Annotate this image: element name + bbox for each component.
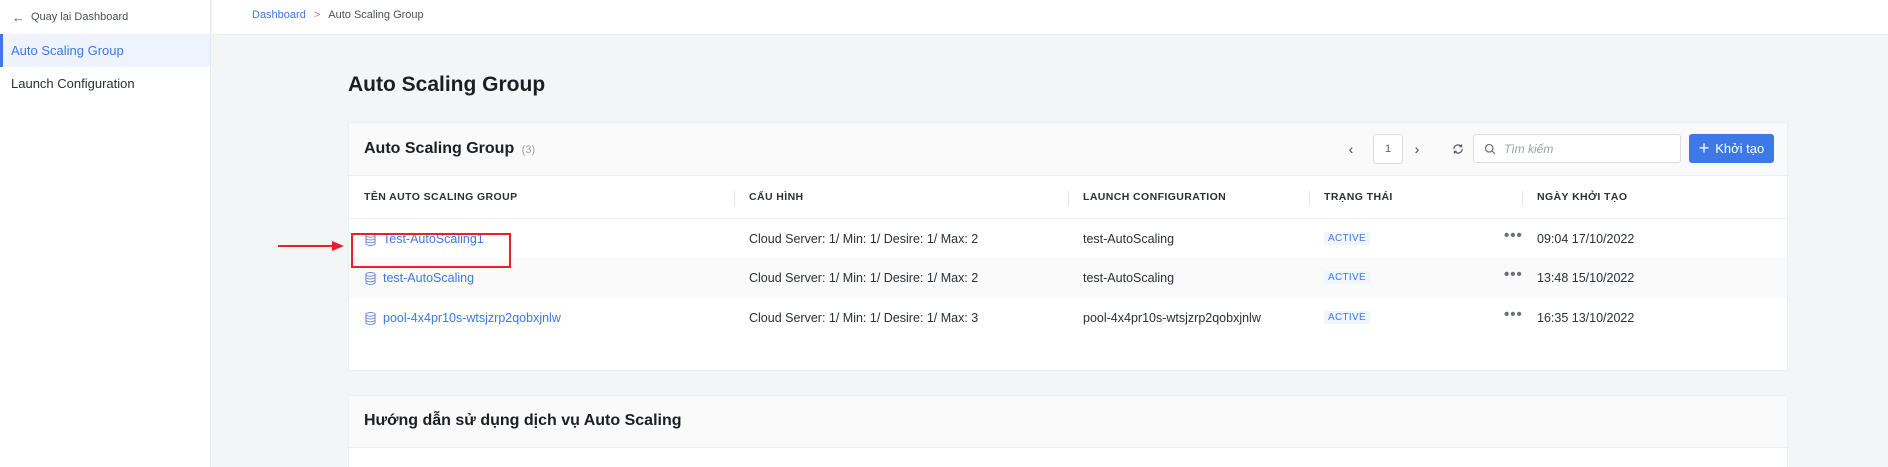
item-count: (3) [521,144,536,156]
asg-launch-configuration: test-AutoScaling [1083,232,1175,246]
asg-created-date: 16:35 13/10/2022 [1537,311,1635,325]
status-badge: ACTIVE [1324,232,1370,245]
breadcrumb-current: Auto Scaling Group [328,9,424,21]
status-badge: ACTIVE [1324,311,1370,324]
arrow-left-icon: ← [12,9,25,25]
sidebar-item-auto-scaling-group[interactable]: Auto Scaling Group [0,34,210,67]
column-divider [1522,191,1523,206]
card-title: Auto Scaling Group (3) [364,140,535,158]
row-actions-button[interactable]: ••• [1504,227,1523,244]
table-header: TÊN AUTO SCALING GROUP CẤU HÌNH LAUNCH C… [349,176,1787,219]
asg-config: Cloud Server: 1/ Min: 1/ Desire: 1/ Max:… [749,232,979,246]
search-box [1473,134,1681,163]
top-bar: Dashboard > Auto Scaling Group [212,0,1888,35]
asg-name-link[interactable]: pool-4x4pr10s-wtsjzrp2qobxjnlw [365,311,561,325]
asg-launch-configuration: pool-4x4pr10s-wtsjzrp2qobxjnlw [1083,311,1261,325]
row-actions-button[interactable]: ••• [1504,266,1523,283]
column-divider [1068,191,1069,206]
asg-launch-configuration: test-AutoScaling [1083,271,1175,285]
breadcrumb: Dashboard > Auto Scaling Group [252,9,424,21]
chevron-left-icon: ‹ [1348,141,1354,157]
sidebar-item-label: Auto Scaling Group [11,43,124,58]
page-title: Auto Scaling Group [348,73,546,96]
table-row: Test-AutoScaling1 Cloud Server: 1/ Min: … [349,219,1787,258]
refresh-button[interactable] [1447,135,1469,163]
column-header-launch-configuration: LAUNCH CONFIGURATION [1083,191,1227,203]
column-header-name: TÊN AUTO SCALING GROUP [364,191,518,203]
asg-name-link[interactable]: test-AutoScaling [365,271,474,285]
chevron-right-icon: › [1414,141,1420,157]
annotation-arrow [278,245,334,247]
column-header-config: CẤU HÌNH [749,191,804,203]
back-link-label: Quay lại Dashboard [31,11,129,23]
breadcrumb-separator: > [313,9,321,21]
asg-name: pool-4x4pr10s-wtsjzrp2qobxjnlw [383,311,561,325]
sidebar-item-launch-configuration[interactable]: Launch Configuration [0,67,210,100]
database-icon [365,271,376,285]
sidebar: ← Quay lại Dashboard Auto Scaling Group … [0,0,211,467]
plus-icon: + [1698,137,1710,158]
asg-created-date: 13:48 15/10/2022 [1537,271,1635,285]
database-icon [365,311,376,325]
status-badge: ACTIVE [1324,271,1370,284]
asg-name: test-AutoScaling [383,271,475,285]
column-divider [1309,191,1310,206]
sidebar-item-label: Launch Configuration [11,76,135,91]
guide-card-title: Hướng dẫn sử dụng dịch vụ Auto Scaling [364,412,682,429]
guide-card-header: Hướng dẫn sử dụng dịch vụ Auto Scaling [349,396,1787,448]
annotation-highlight-box [351,233,511,268]
create-button-label: Khởi tạo [1715,141,1765,156]
annotation-arrow-head [332,241,344,251]
table-row: test-AutoScaling Cloud Server: 1/ Min: 1… [349,258,1787,298]
column-divider [734,191,735,206]
asg-created-date: 09:04 17/10/2022 [1537,232,1635,246]
auto-scaling-group-card: Auto Scaling Group (3) ‹ 1 › + [348,122,1788,371]
table-row: pool-4x4pr10s-wtsjzrp2qobxjnlw Cloud Ser… [349,298,1787,338]
card-header: Auto Scaling Group (3) ‹ 1 › + [349,123,1787,176]
search-input[interactable] [1504,141,1674,156]
create-button[interactable]: + Khởi tạo [1689,134,1774,163]
column-header-created: NGÀY KHỞI TẠO [1537,191,1628,203]
asg-config: Cloud Server: 1/ Min: 1/ Desire: 1/ Max:… [749,271,979,285]
search-icon [1484,143,1496,154]
row-actions-button[interactable]: ••• [1504,306,1523,323]
breadcrumb-dashboard-link[interactable]: Dashboard [252,9,306,21]
guide-card: Hướng dẫn sử dụng dịch vụ Auto Scaling [348,395,1788,467]
next-page-button[interactable]: › [1407,135,1427,163]
column-header-status: TRẠNG THÁI [1324,191,1393,203]
refresh-icon [1453,144,1463,154]
prev-page-button[interactable]: ‹ [1341,135,1361,163]
page-number[interactable]: 1 [1373,134,1403,164]
back-to-dashboard-link[interactable]: ← Quay lại Dashboard [0,0,210,34]
asg-config: Cloud Server: 1/ Min: 1/ Desire: 1/ Max:… [749,311,979,325]
card-title-label: Auto Scaling Group [364,140,515,157]
